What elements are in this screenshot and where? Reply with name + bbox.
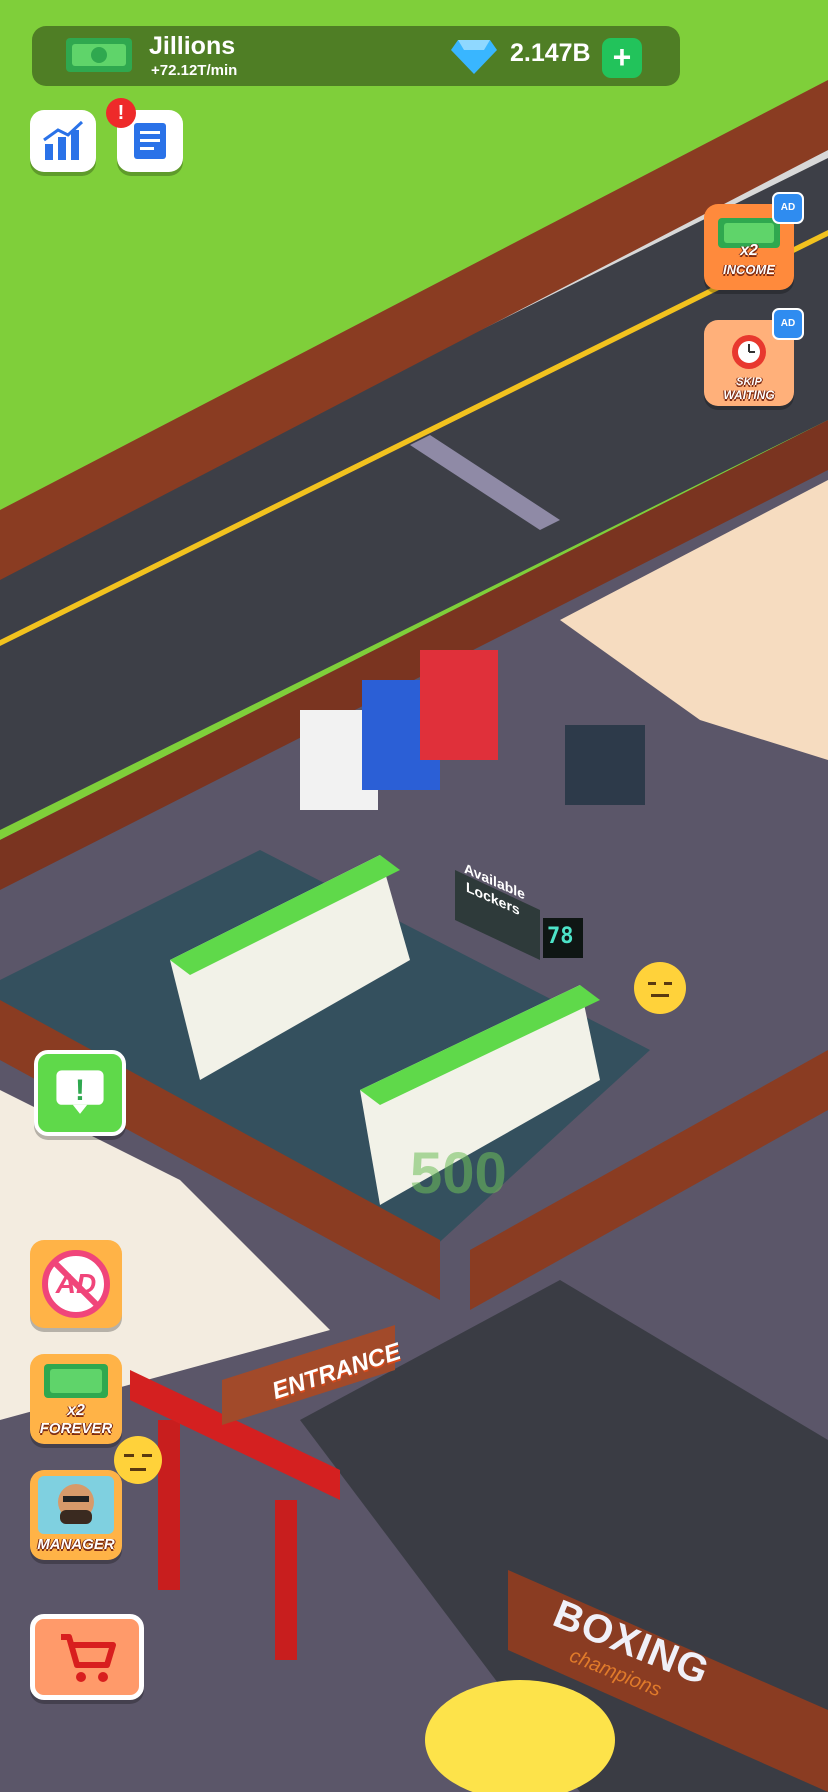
income-ad-badge: AD	[772, 192, 804, 224]
currency-name: Jillions	[149, 32, 236, 60]
neutral-face-icon	[636, 964, 684, 1012]
skip-ad-badge: AD	[772, 308, 804, 340]
no-ads-label: AD	[55, 1268, 97, 1299]
tasks-alert-badge: !	[106, 98, 136, 128]
currency-bar: Jillions +72.12T/min 2.147B +	[32, 26, 680, 86]
income-boost-label: INCOME	[723, 262, 775, 277]
x2-forever-multiplier: x2	[67, 1402, 85, 1419]
message-alert: !	[75, 1074, 85, 1107]
income-boost-multiplier: x2	[740, 242, 758, 259]
add-gems-button[interactable]: +	[602, 38, 642, 78]
unamused-face-icon	[114, 1436, 162, 1484]
lockers-count: 78	[547, 924, 574, 949]
manager-label: MANAGER	[37, 1536, 115, 1553]
x2-forever-label: FOREVER	[39, 1420, 113, 1437]
gem-count: 2.147B	[510, 39, 591, 67]
income-rate: +72.12T/min	[151, 62, 238, 79]
bar-chart-icon	[43, 120, 84, 160]
cash-icon	[66, 38, 132, 72]
manager-button[interactable]: MANAGER	[30, 1470, 122, 1560]
vending-machine-red	[420, 650, 498, 760]
upgrade-cost: 500	[410, 1141, 507, 1206]
cart-icon	[61, 1634, 116, 1682]
stats-button[interactable]	[30, 110, 96, 172]
skip-waiting-line1: SKIP	[736, 376, 762, 388]
message-button[interactable]: !	[34, 1050, 126, 1136]
x2-forever-button[interactable]: x2 FOREVER	[30, 1354, 122, 1444]
no-ads-button[interactable]: AD	[30, 1240, 122, 1328]
gem-icon	[451, 40, 497, 74]
skip-waiting-line2: WAITING	[723, 388, 775, 402]
shop-button[interactable]	[30, 1614, 144, 1700]
